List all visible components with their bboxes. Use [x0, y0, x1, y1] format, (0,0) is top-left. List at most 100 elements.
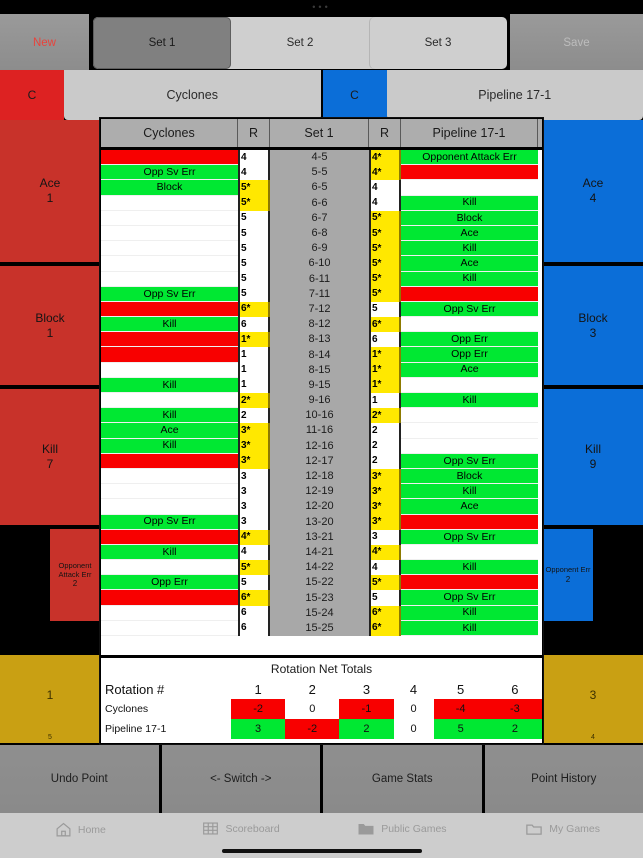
set-segmented-control[interactable]: Set 1 Set 2 Set 3: [92, 16, 508, 70]
switch-button[interactable]: <- Switch ->: [162, 745, 323, 813]
table-row[interactable]: Block 5* 6-5 4: [101, 180, 542, 196]
stat-card[interactable]: Opponent Err 2: [543, 529, 593, 625]
table-row[interactable]: Kill 2 10-16 2*: [101, 408, 542, 424]
bottom-tab-bar: Home Scoreboard Public Games My Games: [0, 813, 643, 858]
home-point-cell: [101, 620, 238, 636]
home-point-cell: [101, 393, 238, 409]
tab-set-1[interactable]: Set 1: [93, 17, 231, 69]
away-point-cell: Kill: [401, 195, 538, 211]
tab-set-2[interactable]: Set 2: [231, 17, 369, 69]
rotation-number: 5: [457, 681, 465, 697]
table-row[interactable]: 1 8-14 1* Opp Err: [101, 347, 542, 363]
stat-card[interactable]: Block 1: [0, 266, 100, 389]
table-row[interactable]: 5* 14-22 4 Kill: [101, 560, 542, 576]
table-row[interactable]: 5* 6-6 4 Kill: [101, 195, 542, 211]
home-team-badge[interactable]: C: [0, 70, 64, 120]
table-row[interactable]: 3 12-19 3* Kill: [101, 484, 542, 500]
table-row[interactable]: 4* 13-21 3 Opp Sv Err: [101, 529, 542, 545]
game-stats-button[interactable]: Game Stats: [323, 745, 485, 813]
home-point-cell: [101, 271, 238, 287]
undo-point-button[interactable]: Undo Point: [0, 745, 162, 813]
home-point-cell: [101, 484, 238, 500]
stat-card[interactable]: Ace 4: [543, 120, 643, 266]
home-rotation-cell: 4: [238, 544, 270, 561]
table-row[interactable]: 3 12-18 3* Block: [101, 468, 542, 485]
table-row[interactable]: 5 6-7 5* Block: [101, 210, 542, 226]
table-row[interactable]: Kill 3* 12-16 2: [101, 438, 542, 454]
save-button[interactable]: Save: [510, 14, 643, 72]
table-row[interactable]: 3* 12-17 2 Opp Sv Err: [101, 453, 542, 469]
score-cell: 4-5: [270, 150, 369, 166]
score-cell: 6-10: [270, 256, 369, 272]
home-rotation-cell: 1: [238, 362, 270, 378]
table-row[interactable]: 1 8-15 1* Ace: [101, 362, 542, 378]
tab-set-3[interactable]: Set 3: [369, 17, 507, 69]
set-score-card[interactable]: 15: [0, 655, 100, 743]
away-team-badge-label: C: [350, 88, 359, 102]
rotation-net-value: 5: [433, 719, 488, 739]
table-row[interactable]: 6* 7-12 5 Opp Sv Err: [101, 301, 542, 318]
away-rotation-cell: 6*: [369, 605, 401, 621]
table-row[interactable]: 6 15-24 6* Kill: [101, 605, 542, 621]
table-row[interactable]: Opp Sv Err 5 7-11 5*: [101, 286, 542, 302]
home-rotation-cell: 4*: [238, 529, 270, 545]
table-row[interactable]: Kill 4 14-21 4*: [101, 544, 542, 561]
home-team-name-button[interactable]: Cyclones: [64, 70, 321, 120]
home-point-cell: Kill: [101, 377, 238, 393]
away-point-cell: Block: [401, 468, 538, 485]
score-cell: 15-24: [270, 605, 369, 621]
stat-card[interactable]: Opponent Attack Err 2: [50, 529, 100, 625]
stat-card[interactable]: Block 3: [543, 266, 643, 389]
away-point-cell: Ace: [401, 499, 538, 515]
home-indicator: [221, 849, 422, 853]
away-point-cell: Ace: [401, 225, 538, 242]
away-point-cell: Block: [401, 210, 538, 226]
table-row[interactable]: 5 6-9 5* Kill: [101, 241, 542, 257]
away-rotation-cell: 5*: [369, 286, 401, 302]
tab-my-games[interactable]: My Games: [482, 821, 643, 836]
table-row[interactable]: 6 15-25 6* Kill: [101, 620, 542, 636]
score-cell: 7-12: [270, 301, 369, 318]
away-team-badge[interactable]: C: [322, 70, 387, 120]
tab-public-games[interactable]: Public Games: [322, 821, 483, 836]
stat-card[interactable]: Ace 1: [0, 120, 100, 266]
table-row[interactable]: Ace 3* 11-16 2: [101, 423, 542, 439]
table-row[interactable]: Opp Sv Err 3 13-20 3*: [101, 514, 542, 530]
tab-scoreboard[interactable]: Scoreboard: [161, 821, 322, 836]
home-rotation-cell: 2*: [238, 393, 270, 409]
table-row[interactable]: 4 4-5 4* Opponent Attack Err: [101, 150, 542, 166]
table-row[interactable]: 3 12-20 3* Ace: [101, 499, 542, 515]
stat-card[interactable]: Kill 9: [543, 389, 643, 529]
home-point-cell: [101, 590, 238, 606]
table-row[interactable]: Kill 6 8-12 6*: [101, 317, 542, 333]
away-rotation-cell: 6*: [369, 620, 401, 636]
table-row[interactable]: 2* 9-16 1 Kill: [101, 393, 542, 409]
point-history-button[interactable]: Point History: [485, 745, 643, 813]
away-team-name-button[interactable]: Pipeline 17-1: [386, 70, 643, 120]
home-team-name: Cyclones: [166, 88, 218, 102]
rotation-number: 2: [308, 681, 316, 697]
away-stat-column: Ace 4 Block 3 Kill 9 Opponent Err 2 3 4: [543, 120, 643, 743]
tab-home[interactable]: Home: [0, 821, 161, 838]
new-game-button[interactable]: New: [0, 14, 90, 72]
away-point-cell: Opp Sv Err: [401, 590, 538, 606]
table-row[interactable]: Opp Sv Err 4 5-5 4*: [101, 165, 542, 181]
set-score-card[interactable]: 34: [543, 655, 643, 743]
table-row[interactable]: 6* 15-23 5 Opp Sv Err: [101, 590, 542, 606]
home-point-cell: Block: [101, 180, 238, 196]
home-point-cell: Kill: [101, 438, 238, 454]
stat-card[interactable]: Kill 7: [0, 389, 100, 529]
table-row[interactable]: 1* 8-13 6 Opp Err: [101, 332, 542, 348]
table-row[interactable]: 5 6-8 5* Ace: [101, 225, 542, 242]
home-rotation-cell: 5*: [238, 195, 270, 211]
table-row[interactable]: Kill 1 9-15 1*: [101, 377, 542, 393]
away-point-cell: [401, 514, 538, 530]
away-rotation-cell: 3*: [369, 514, 401, 530]
home-rotation-cell: 6*: [238, 590, 270, 606]
table-row[interactable]: 5 6-10 5* Ace: [101, 256, 542, 272]
score-cell: 12-20: [270, 499, 369, 515]
rotation-net-value: -2: [231, 699, 286, 719]
point-list[interactable]: 4 4-5 4* Opponent Attack Err Opp Sv Err 4 5-5 4…: [101, 150, 542, 655]
table-row[interactable]: 5 6-11 5* Kill: [101, 271, 542, 287]
table-row[interactable]: Opp Err 5 15-22 5*: [101, 575, 542, 591]
